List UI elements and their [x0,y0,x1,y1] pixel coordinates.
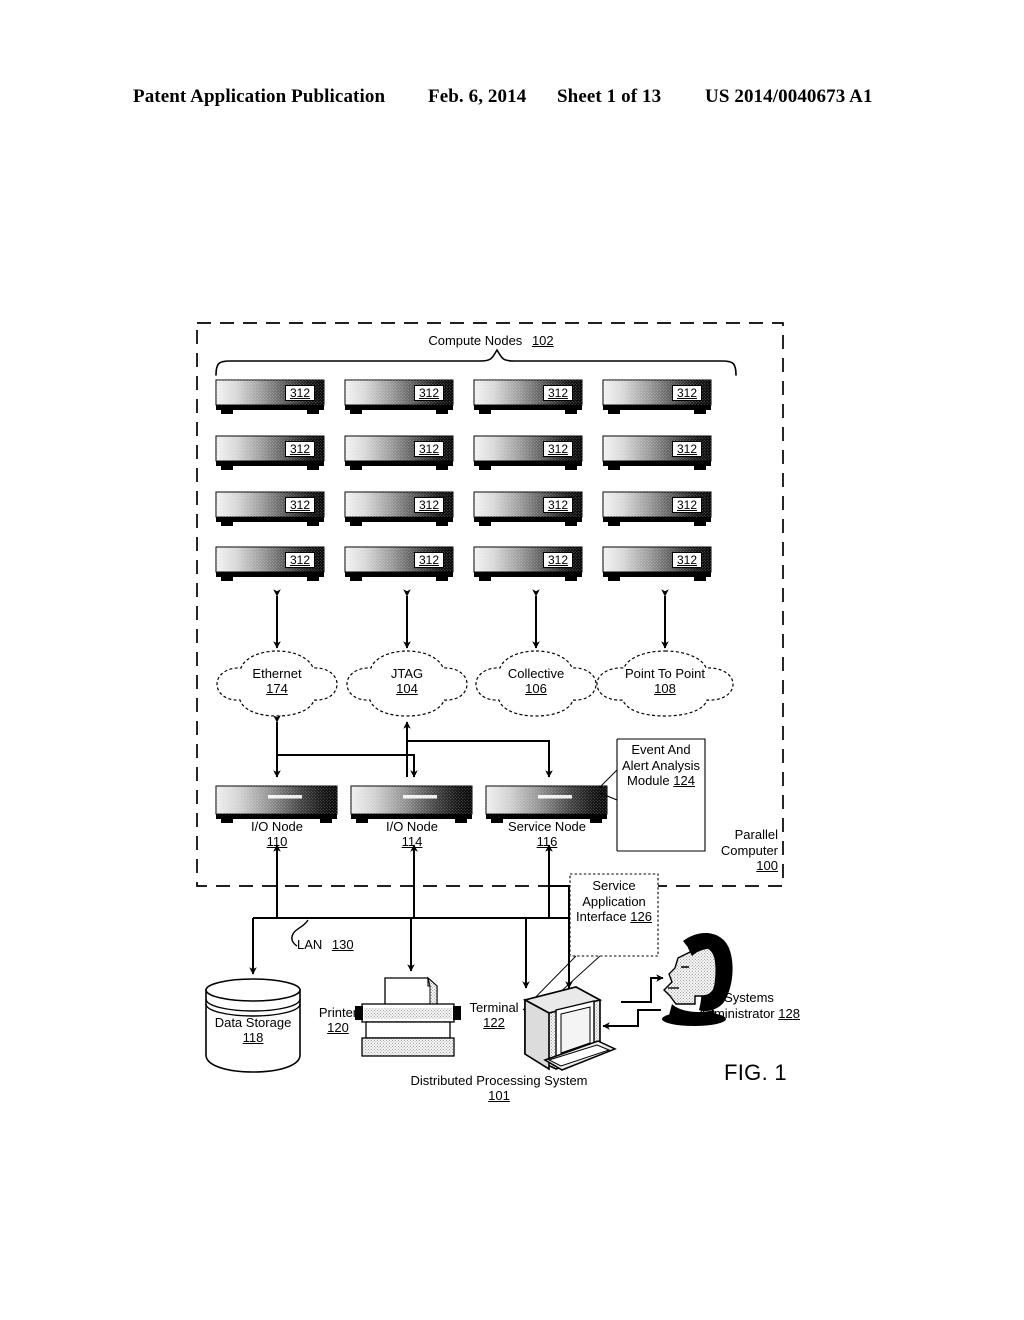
network-label: Point To Point [625,666,705,681]
terminal-ref: 122 [483,1015,505,1030]
parallel-computer-label: Parallel Computer 100 [700,827,778,874]
module-line-4: Module [627,773,670,788]
terminal-label: Terminal 122 [469,1000,518,1030]
network-ref: 106 [525,681,547,696]
distributed-system-ref: 101 [488,1088,510,1103]
node-id-chip: 312 [543,441,574,457]
io-node-114-chassis [350,785,473,823]
service-app-interface-label: Service Application Interface 126 [570,878,658,925]
grid-to-network-arrows [273,589,669,649]
compute-node-grid [215,379,712,581]
node-to-lan-connectors [273,844,570,918]
cloud-label-collective: Collective 106 [508,666,564,696]
network-to-node-connectors [273,715,553,778]
lan-label: LAN 130 [297,937,354,952]
node-label: I/O Node [385,819,439,834]
node-id-chip: 312 [414,497,445,513]
cloud-label-jtag: JTAG 104 [391,666,423,696]
cloud-label-point-to-point: Point To Point 108 [625,666,705,696]
module-line-1: Event And [631,742,691,757]
interface-ref: 126 [630,909,652,924]
administrator-line-1: Systems [724,990,774,1005]
interface-line-3: Interface [576,909,627,924]
node-id-chip: 312 [285,441,316,457]
node-id-chip: 312 [414,441,445,457]
io-node-110-chassis [215,785,338,823]
network-ref: 108 [654,681,676,696]
parallel-computer-line-1: Parallel [734,827,778,842]
network-label: Collective [507,666,565,681]
printer-label: Printer 120 [319,1005,357,1035]
parallel-computer-ref: 100 [756,858,778,873]
parallel-computer-line-2: Computer [720,842,778,858]
network-label: JTAG [390,666,424,681]
node-id-chip: 312 [672,497,703,513]
data-storage-text: Data Storage [214,1015,292,1030]
interface-line-2: Application [582,893,646,909]
event-alert-module-label: Event And Alert Analysis Module 124 [617,742,705,789]
compute-nodes-label: Compute Nodes [428,333,523,348]
node-label: I/O Node [250,819,304,834]
terminal-computer-icon [522,986,617,1071]
terminal-admin-arrows [602,974,664,1030]
node-id-chip: 312 [672,385,703,401]
io-node-114-label: I/O Node 114 [386,819,438,849]
node-ref: 116 [536,834,558,849]
node-id-chip: 312 [414,552,445,568]
compute-nodes-ref: 102 [531,333,554,348]
node-id-chip: 312 [543,497,574,513]
service-node-116-label: Service Node 116 [508,819,586,849]
node-ref: 110 [266,834,288,849]
node-id-chip: 312 [672,552,703,568]
data-storage-label: Data Storage 118 [215,1015,292,1045]
lan-ref: 130 [331,937,354,952]
lan-text: LAN [297,937,323,952]
io-service-node-chassis [215,785,608,823]
printer-ref: 120 [327,1020,349,1035]
node-id-chip: 312 [672,441,703,457]
node-label: Service Node [507,819,587,834]
io-node-110-label: I/O Node 110 [251,819,303,849]
node-id-chip: 312 [285,552,316,568]
network-ref: 104 [396,681,418,696]
data-storage-ref: 118 [242,1030,264,1045]
printer-icon [355,976,461,1057]
systems-administrator-label: Systems Administrator 128 [694,990,804,1021]
node-id-chip: 312 [543,385,574,401]
node-id-chip: 312 [285,385,316,401]
module-ref: 124 [673,773,695,788]
node-id-chip: 312 [285,497,316,513]
compute-nodes-title: Compute Nodes 102 [428,333,553,348]
administrator-ref: 128 [778,1005,800,1021]
module-line-2: Alert [621,757,649,773]
administrator-line-2: Administrator [698,1005,775,1021]
patent-figure-1: Compute Nodes 102 312 312 312 312 312 31… [0,0,1024,1320]
figure-vector-layer [196,322,784,1073]
node-ref: 114 [401,834,423,849]
network-ref: 174 [266,681,288,696]
node-id-chip: 312 [543,552,574,568]
terminal-text: Terminal [469,1000,519,1015]
distributed-system-text: Distributed Processing System [410,1073,588,1088]
figure-caption: FIG. 1 [724,1060,787,1085]
service-node-116-chassis [485,785,608,823]
module-line-3: Analysis [651,757,701,773]
compute-nodes-brace [215,348,737,376]
cloud-label-ethernet: Ethernet 174 [252,666,301,696]
node-id-chip: 312 [414,385,445,401]
network-label: Ethernet [252,666,302,681]
interface-line-1: Service [592,878,636,893]
printer-text: Printer [318,1005,358,1020]
distributed-system-label: Distributed Processing System 101 [410,1073,587,1103]
